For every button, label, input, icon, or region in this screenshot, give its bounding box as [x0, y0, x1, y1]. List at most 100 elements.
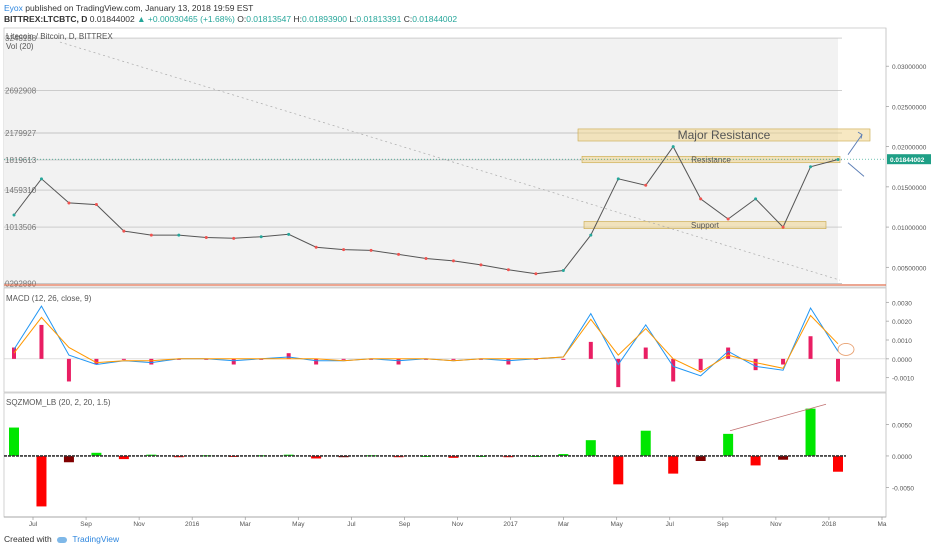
macd-hist-bar-24	[671, 358, 676, 382]
price-point-20	[561, 269, 565, 273]
time-tick-label-15: 2018	[822, 521, 837, 528]
time-tick-label-6: Jul	[347, 521, 356, 528]
macd-hist-bar-29	[808, 336, 813, 359]
sqz-bar-21	[585, 440, 596, 456]
macd-hist-bar-16	[451, 358, 456, 360]
macd-hist-bar-27	[753, 358, 758, 371]
macd-highlight-circle	[837, 342, 855, 356]
price-point-11	[314, 245, 318, 249]
sqz-bar-2	[63, 455, 74, 463]
footer: Created with TradingView	[4, 534, 119, 544]
price-point-8	[232, 236, 236, 240]
price-point-29	[809, 165, 813, 169]
fib-label-1: 2692908	[5, 86, 37, 95]
time-tick-label-16: Ma	[877, 521, 886, 528]
macd-hist-bar-10	[286, 353, 291, 359]
price-point-14	[397, 252, 401, 256]
time-tick-label-12: Jul	[666, 521, 675, 528]
macd-hist-bar-18	[506, 358, 511, 365]
price-point-4	[122, 229, 126, 233]
price-point-9	[259, 235, 263, 239]
time-tick-label-11: May	[611, 521, 624, 528]
price-point-10	[287, 232, 291, 236]
macd-hist-bar-11	[314, 358, 319, 365]
price-tick-label-1: 0.02500000	[892, 104, 927, 111]
price-point-13	[369, 248, 373, 252]
price-point-21	[589, 233, 593, 237]
price-tick-label-3: 0.01500000	[892, 185, 927, 192]
sqz-bar-24	[668, 455, 679, 474]
macd-hist-bar-20	[561, 358, 566, 360]
fib-label-5: 1013506	[5, 223, 37, 232]
time-tick-label-9: 2017	[503, 521, 518, 528]
pane-frame-2	[3, 392, 887, 518]
price-point-6	[177, 233, 181, 237]
time-tick-label-4: Mar	[240, 521, 252, 528]
time-tick-label-7: Sep	[399, 521, 411, 528]
price-point-22	[616, 177, 620, 181]
macd-tick-label-1: 0.0020	[892, 319, 912, 326]
macd-hist-bar-1	[39, 324, 44, 359]
price-point-19	[534, 272, 538, 276]
time-tick-label-10: Mar	[558, 521, 570, 528]
price-point-17	[479, 263, 483, 267]
macd-hist-bar-30	[836, 358, 840, 382]
time-tick-label-1: Sep	[80, 521, 92, 528]
chart-canvas[interactable]: 3248138269290821799271819613145931010135…	[0, 0, 932, 550]
time-tick-label-3: 2016	[185, 521, 200, 528]
sqz-bar-27	[750, 455, 761, 466]
tradingview-link[interactable]: TradingView	[72, 534, 119, 544]
price-point-24	[671, 145, 675, 149]
price-tick-label-5: 0.00500000	[892, 265, 927, 272]
pane-frame-1	[3, 287, 887, 393]
price-point-2	[67, 201, 71, 205]
price-point-5	[149, 233, 153, 237]
macd-hist-bar-21	[588, 341, 593, 359]
fib-label-3: 1819613	[5, 156, 37, 165]
tradingview-logo-icon	[57, 536, 68, 543]
macd-hist-bar-28	[781, 358, 786, 365]
price-tick-label-4: 0.01000000	[892, 225, 927, 232]
price-tick-label-2: 0.02000000	[892, 145, 927, 152]
macd-pane-title: MACD (12, 26, close, 9)	[6, 294, 92, 303]
sqz-bar-26	[723, 433, 734, 456]
macd-series-1	[13, 314, 839, 373]
price-point-16	[451, 259, 455, 263]
time-tick-label-13: Sep	[717, 521, 729, 528]
macd-tick-label-0: 0.0030	[892, 300, 912, 307]
sqzmom-pane-title: SQZMOM_LB (20, 2, 20, 1.5)	[6, 398, 111, 407]
sqz-bar-22	[613, 455, 624, 485]
price-point-26	[726, 217, 730, 221]
volume-pane-title: Vol (20)	[6, 42, 34, 51]
last-price-label: 0.01844002	[890, 157, 925, 164]
macd-series-0	[13, 305, 839, 377]
price-point-15	[424, 256, 428, 260]
sqz-tick-label-2: -0.0050	[892, 485, 914, 492]
time-tick-label-14: Nov	[770, 521, 782, 528]
time-tick-label-2: Nov	[133, 521, 145, 528]
sqz-bar-0	[9, 427, 19, 456]
zone-label-0: Major Resistance	[678, 128, 771, 142]
macd-tick-label-2: 0.0010	[892, 338, 912, 345]
zone-label-2: Support	[691, 221, 720, 230]
macd-hist-bar-23	[643, 347, 648, 359]
fib-label-2: 2179927	[5, 129, 37, 138]
macd-hist-bar-2	[66, 358, 71, 382]
price-point-0	[12, 213, 16, 217]
time-tick-label-0: Jul	[29, 521, 38, 528]
price-point-30	[836, 158, 840, 162]
price-point-3	[94, 203, 98, 207]
price-point-27	[754, 197, 758, 201]
sqz-tick-label-0: 0.0050	[892, 422, 912, 429]
price-point-18	[506, 268, 510, 272]
price-point-12	[342, 248, 346, 252]
price-tick-label-0: 0.03000000	[892, 64, 927, 71]
sqz-bar-29	[805, 408, 816, 456]
sqz-bar-1	[36, 455, 47, 507]
fib-label-6: 0292890	[5, 279, 37, 288]
macd-tick-label-4: -0.0010	[892, 376, 914, 383]
time-tick-label-8: Nov	[452, 521, 464, 528]
price-point-1	[39, 177, 43, 181]
zone-label-1: Resistance	[691, 156, 731, 165]
price-point-7	[204, 236, 208, 240]
